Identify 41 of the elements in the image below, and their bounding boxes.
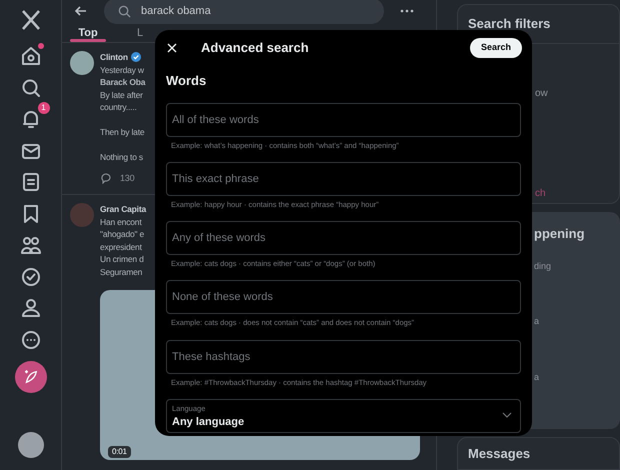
reply-icon[interactable] bbox=[100, 172, 112, 184]
avatar-icon[interactable] bbox=[70, 51, 94, 75]
more-icon[interactable] bbox=[400, 9, 414, 13]
back-arrow-icon[interactable] bbox=[74, 4, 88, 18]
post-text: Seguramen bbox=[100, 266, 142, 278]
post-text: "ahogado" e bbox=[100, 228, 144, 240]
text-input-field[interactable]: Any of these words bbox=[166, 221, 521, 255]
post-text: Han encont bbox=[100, 216, 142, 228]
post-text: Barack Oba bbox=[100, 76, 146, 88]
search-icon bbox=[118, 4, 131, 18]
section-heading: Words bbox=[165, 72, 208, 90]
post-text: Un crimen d bbox=[100, 253, 144, 266]
trend-text[interactable]: a bbox=[534, 315, 620, 329]
post-text: Nothing to s bbox=[100, 151, 143, 164]
avatar-icon[interactable] bbox=[18, 432, 44, 458]
filter-text: ow bbox=[535, 86, 549, 100]
text-input-field[interactable]: None of these words bbox=[166, 280, 521, 314]
post-text: By late after bbox=[100, 88, 143, 101]
reply-count: 130 bbox=[120, 172, 134, 184]
post-text: Yesterday w bbox=[100, 64, 144, 76]
text-input-field[interactable]: All of these words bbox=[166, 102, 521, 136]
text-input-field[interactable]: These hashtags bbox=[166, 340, 521, 374]
trend-text[interactable]: a bbox=[534, 370, 620, 384]
trend-text[interactable]: ding bbox=[534, 260, 620, 274]
card-title: ppening bbox=[534, 225, 586, 244]
messages-drawer[interactable]: Messages bbox=[457, 436, 620, 470]
video-duration: 0:01 bbox=[108, 446, 131, 458]
author-name[interactable]: Clinton bbox=[100, 51, 128, 64]
search-field[interactable]: barack obama bbox=[104, 0, 384, 24]
post-text: expresident bbox=[100, 240, 142, 253]
compose-button[interactable] bbox=[14, 361, 46, 393]
text-input-field[interactable]: This exact phrase bbox=[166, 162, 521, 196]
search-button[interactable]: Search bbox=[470, 38, 522, 58]
chevron-down-icon bbox=[502, 412, 512, 418]
dialog-title: Advanced search bbox=[201, 39, 309, 58]
tab[interactable]: Top bbox=[62, 25, 114, 42]
notification-count: 1 bbox=[38, 102, 50, 114]
post-text: country..... bbox=[100, 101, 137, 114]
close-icon[interactable] bbox=[167, 43, 177, 53]
author-name[interactable]: Gran Capita bbox=[100, 203, 146, 216]
post-text: Then by late bbox=[100, 126, 144, 138]
